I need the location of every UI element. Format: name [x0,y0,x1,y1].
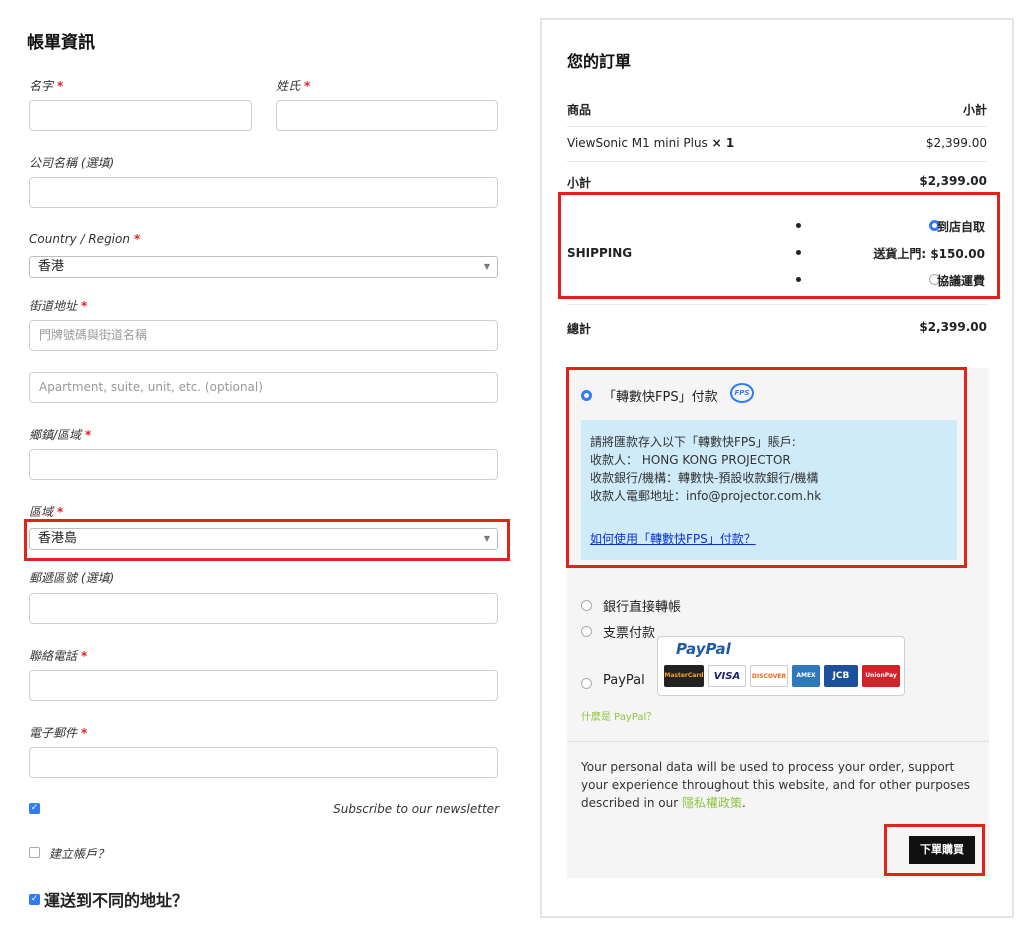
privacy-notice: Your personal data will be used to proce… [581,760,971,810]
create-account-checkbox[interactable] [29,847,40,858]
privacy-policy-link[interactable]: 隱私權政策 [682,796,742,810]
country-select[interactable]: 香港 ▼ [29,256,498,278]
payment-option-cheque[interactable]: 支票付款 [603,622,655,641]
payment-radio-cheque[interactable] [581,626,592,637]
chevron-down-icon: ▼ [483,262,490,271]
newsletter-label: Subscribe to our newsletter [333,802,499,816]
payment-option-paypal[interactable]: PayPal [603,673,645,688]
first-name-field[interactable] [29,100,252,131]
total-row: 總計 $2,399.00 [567,320,987,336]
region-label: 區域 * [29,505,64,519]
postcode-field[interactable] [29,593,498,624]
newsletter-checkbox[interactable]: ✓ [29,803,40,814]
ship-different-checkbox[interactable]: ✓ [29,894,40,905]
billing-title: 帳單資訊 [27,33,95,53]
company-label: 公司名稱 (選填) [29,156,115,170]
shipping-highlight [558,192,1000,299]
last-name-field[interactable] [276,100,498,131]
email-field[interactable] [29,747,498,778]
subtotal-row: 小計 $2,399.00 [567,174,987,190]
phone-field[interactable] [29,670,498,701]
apartment-field[interactable]: Apartment, suite, unit, etc. (optional) [29,372,498,403]
last-name-label: 姓氏 * [276,79,311,93]
payment-radio-bank[interactable] [581,600,592,611]
order-title: 您的訂單 [567,52,632,71]
street-label: 街道地址 * [29,299,88,313]
payment-option-bank[interactable]: 銀行直接轉帳 [603,596,681,615]
company-field[interactable] [29,177,498,208]
place-order-highlight [884,824,985,876]
phone-label: 聯絡電話 * [29,649,88,663]
first-name-label: 名字 * [29,79,64,93]
street-field[interactable]: 門牌號碼與街道名稱 [29,320,498,351]
fps-highlight [566,367,967,568]
what-is-paypal-link[interactable]: 什麼是 PayPal？ [581,708,656,723]
town-field[interactable] [29,449,498,480]
paypal-cards-logo: PayPal MasterCard VISA DISCOVER AMEX JCB… [657,636,905,696]
order-item-row: ViewSonic M1 mini Plus × 1 $2,399.00 [567,136,987,150]
order-table-header: 商品 小計 [567,103,987,117]
region-highlight [24,519,510,561]
create-account-label: 建立帳戶？ [49,847,110,861]
ship-different-label: 運送到不同的地址？ [44,891,189,910]
payment-radio-paypal[interactable] [581,678,592,689]
country-label: Country / Region * [29,232,141,246]
town-label: 鄉鎮/區域 * [29,428,92,442]
email-label: 電子郵件 * [29,726,88,740]
postcode-label: 郵遞區號 (選填) [29,571,115,585]
